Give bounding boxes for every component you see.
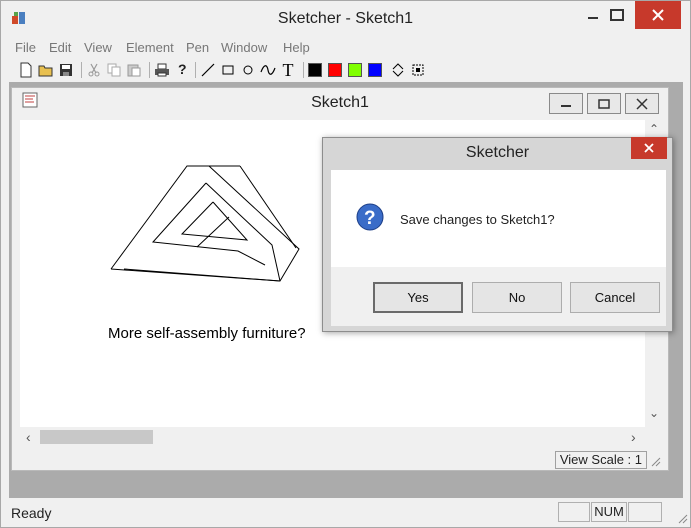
minimize-icon bbox=[561, 104, 571, 107]
save-button[interactable] bbox=[57, 60, 75, 80]
svg-text:?: ? bbox=[178, 62, 187, 77]
maximize-button[interactable] bbox=[599, 1, 635, 29]
menu-view[interactable]: View bbox=[84, 40, 112, 55]
move-button[interactable] bbox=[389, 60, 407, 80]
rectangle-icon bbox=[222, 65, 234, 75]
menu-edit[interactable]: Edit bbox=[49, 40, 71, 55]
toolbar-separator bbox=[81, 62, 82, 78]
color-black-button[interactable] bbox=[308, 63, 322, 77]
save-icon bbox=[60, 64, 72, 76]
child-restore-button[interactable] bbox=[587, 93, 621, 114]
child-close-button[interactable] bbox=[625, 93, 659, 114]
yes-button[interactable]: Yes bbox=[373, 282, 463, 313]
paste-button[interactable] bbox=[125, 60, 143, 80]
toolbar-separator bbox=[303, 62, 304, 78]
status-pane-scroll bbox=[628, 502, 662, 522]
drawing-text: More self-assembly furniture? bbox=[108, 325, 306, 342]
scale-icon bbox=[412, 64, 424, 76]
resize-grip-icon[interactable] bbox=[649, 455, 661, 467]
move-icon bbox=[392, 63, 404, 77]
dialog-close-button[interactable] bbox=[631, 137, 667, 159]
question-icon: ? bbox=[356, 203, 384, 231]
chevron-left-icon[interactable]: ‹ bbox=[26, 429, 31, 445]
menu-help[interactable]: Help bbox=[283, 40, 310, 55]
status-pane-num: NUM bbox=[591, 502, 627, 522]
menu-bar: File Edit View Element Pen Window Help bbox=[1, 38, 690, 58]
menu-element[interactable]: Element bbox=[126, 40, 174, 55]
close-icon bbox=[652, 9, 664, 21]
restore-icon bbox=[598, 98, 610, 109]
circle-icon bbox=[243, 65, 253, 75]
help-icon: ? bbox=[178, 62, 187, 77]
horizontal-scroll-thumb[interactable] bbox=[40, 430, 153, 444]
maximize-icon bbox=[610, 9, 624, 21]
help-button[interactable]: ? bbox=[173, 60, 191, 80]
curve-icon bbox=[260, 65, 276, 75]
text-tool-button[interactable]: T bbox=[279, 60, 297, 80]
print-icon bbox=[155, 63, 169, 77]
child-minimize-button[interactable] bbox=[549, 93, 583, 114]
print-button[interactable] bbox=[153, 60, 171, 80]
chevron-down-icon[interactable]: ⌄ bbox=[649, 406, 659, 420]
chevron-right-icon[interactable]: › bbox=[631, 429, 636, 445]
close-button[interactable] bbox=[635, 1, 681, 29]
curve-tool-button[interactable] bbox=[259, 60, 277, 80]
toolbar: ? T bbox=[11, 60, 431, 80]
toolbar-separator bbox=[149, 62, 150, 78]
color-blue-button[interactable] bbox=[368, 63, 382, 77]
cut-icon bbox=[88, 63, 100, 77]
close-icon bbox=[644, 143, 654, 153]
toolbar-separator bbox=[195, 62, 196, 78]
dialog-title: Sketcher bbox=[465, 144, 530, 161]
title-bar[interactable]: Sketcher - Sketch1 bbox=[1, 1, 690, 37]
view-scale-label: View Scale : 1 bbox=[554, 451, 647, 469]
close-icon bbox=[636, 97, 648, 110]
dialog-message: Save changes to Sketch1? bbox=[400, 212, 555, 227]
line-icon bbox=[201, 63, 215, 77]
copy-icon bbox=[107, 63, 121, 77]
color-green-button[interactable] bbox=[348, 63, 362, 77]
open-icon bbox=[38, 65, 53, 77]
new-button[interactable] bbox=[17, 60, 35, 80]
main-window: Sketcher - Sketch1 File Edit View Elemen… bbox=[0, 0, 691, 528]
menu-pen[interactable]: Pen bbox=[186, 40, 209, 55]
copy-button[interactable] bbox=[105, 60, 123, 80]
horizontal-scrollbar[interactable]: ‹ › bbox=[20, 427, 645, 447]
status-text: Ready bbox=[11, 505, 52, 521]
svg-text:?: ? bbox=[364, 208, 376, 229]
color-red-button[interactable] bbox=[328, 63, 342, 77]
child-status-bar: View Scale : 1 bbox=[20, 449, 663, 470]
scale-button[interactable] bbox=[409, 60, 427, 80]
resize-grip-icon[interactable] bbox=[676, 512, 688, 524]
minimize-icon bbox=[588, 17, 598, 19]
menu-window[interactable]: Window bbox=[221, 40, 267, 55]
dialog-body: ? Save changes to Sketch1? bbox=[331, 170, 666, 267]
rectangle-tool-button[interactable] bbox=[219, 60, 237, 80]
cancel-button[interactable]: Cancel bbox=[570, 282, 660, 313]
text-icon: T bbox=[282, 60, 294, 80]
open-button[interactable] bbox=[37, 60, 55, 80]
status-pane-caps bbox=[558, 502, 590, 522]
menu-file[interactable]: File bbox=[15, 40, 36, 55]
paste-icon bbox=[127, 64, 141, 77]
no-button[interactable]: No bbox=[472, 282, 562, 313]
dialog-button-bar: Yes No Cancel bbox=[331, 267, 666, 326]
line-tool-button[interactable] bbox=[199, 60, 217, 80]
chevron-up-icon[interactable]: ⌃ bbox=[649, 122, 659, 136]
save-changes-dialog: Sketcher ? Save changes to Sketch1? Yes … bbox=[322, 137, 673, 332]
status-bar: Ready NUM bbox=[1, 499, 690, 527]
circle-tool-button[interactable] bbox=[239, 60, 257, 80]
new-icon bbox=[20, 62, 32, 78]
cut-button[interactable] bbox=[85, 60, 103, 80]
